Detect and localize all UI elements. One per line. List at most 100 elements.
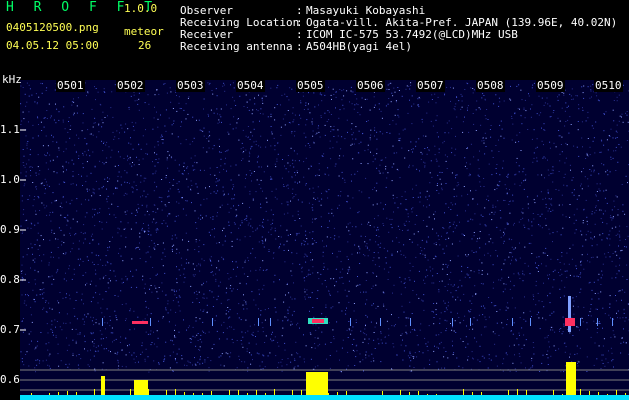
noise-dot bbox=[108, 287, 110, 289]
noise-dot bbox=[314, 366, 316, 368]
noise-dot bbox=[236, 367, 238, 369]
noise-dot bbox=[76, 112, 78, 114]
noise-dot bbox=[428, 205, 430, 206]
noise-dot bbox=[233, 328, 235, 330]
noise-dot bbox=[519, 132, 521, 134]
noise-dot bbox=[195, 320, 197, 322]
noise-dot bbox=[202, 310, 204, 312]
noise-dot bbox=[192, 326, 194, 328]
noise-dot bbox=[106, 308, 108, 310]
noise-dot bbox=[498, 279, 500, 281]
noise-dot bbox=[51, 229, 53, 231]
noise-dot bbox=[394, 91, 396, 93]
noise-dot bbox=[524, 117, 526, 119]
noise-dot bbox=[21, 276, 23, 278]
noise-dot bbox=[156, 231, 157, 233]
noise-dot bbox=[271, 178, 273, 180]
noise-dot bbox=[589, 97, 591, 99]
noise-dot bbox=[101, 140, 102, 142]
noise-dot bbox=[455, 148, 457, 150]
noise-dot bbox=[519, 317, 521, 319]
noise-dot bbox=[621, 113, 623, 115]
noise-dot bbox=[160, 136, 162, 138]
noise-dot bbox=[468, 131, 470, 133]
noise-dot bbox=[373, 360, 375, 362]
noise-dot bbox=[314, 106, 316, 108]
noise-dot bbox=[170, 339, 172, 341]
noise-dot bbox=[256, 161, 258, 163]
noise-dot bbox=[53, 119, 55, 121]
noise-dot bbox=[382, 223, 384, 225]
noise-dot bbox=[617, 214, 619, 216]
noise-dot bbox=[294, 181, 296, 183]
noise-dot bbox=[171, 340, 173, 342]
noise-dot bbox=[181, 355, 183, 357]
noise-dot bbox=[199, 129, 201, 131]
noise-dot bbox=[144, 102, 146, 104]
noise-dot bbox=[495, 145, 497, 146]
noise-dot bbox=[540, 112, 542, 114]
noise-dot bbox=[547, 364, 549, 365]
noise-dot bbox=[135, 122, 137, 124]
noise-dot bbox=[601, 270, 603, 272]
noise-dot bbox=[397, 87, 399, 88]
noise-dot bbox=[365, 236, 366, 237]
noise-dot bbox=[174, 358, 176, 360]
noise-dot bbox=[593, 364, 595, 366]
noise-dot bbox=[184, 364, 185, 366]
noise-dot bbox=[71, 101, 73, 103]
noise-dot bbox=[611, 227, 613, 229]
noise-dot bbox=[351, 180, 352, 182]
noise-dot bbox=[202, 130, 204, 132]
noise-dot bbox=[174, 159, 176, 161]
noise-dot bbox=[483, 357, 485, 359]
noise-dot bbox=[483, 305, 484, 307]
noise-dot bbox=[617, 209, 619, 210]
noise-dot bbox=[507, 307, 509, 309]
noise-dot bbox=[620, 342, 622, 344]
noise-dot bbox=[143, 177, 145, 179]
noise-dot bbox=[332, 147, 334, 149]
noise-dot bbox=[596, 191, 598, 192]
noise-dot bbox=[179, 274, 181, 276]
noise-dot bbox=[484, 326, 485, 328]
noise-dot bbox=[518, 141, 520, 143]
noise-dot bbox=[444, 212, 445, 214]
noise-dot bbox=[333, 129, 335, 131]
noise-dot bbox=[183, 166, 185, 168]
noise-dot bbox=[86, 95, 87, 97]
noise-dot bbox=[616, 100, 618, 102]
echo-streak bbox=[212, 318, 213, 326]
noise-dot bbox=[248, 222, 250, 224]
noise-dot bbox=[127, 159, 128, 161]
noise-dot bbox=[527, 265, 529, 267]
noise-dot bbox=[77, 364, 79, 366]
noise-dot bbox=[339, 359, 340, 361]
noise-dot bbox=[303, 176, 305, 178]
noise-dot bbox=[141, 204, 143, 206]
noise-dot bbox=[163, 83, 165, 85]
noise-dot bbox=[155, 211, 157, 213]
noise-dot bbox=[330, 94, 332, 96]
noise-dot bbox=[516, 85, 518, 87]
noise-dot bbox=[544, 337, 546, 339]
noise-dot bbox=[368, 197, 370, 199]
noise-dot bbox=[485, 118, 487, 120]
noise-dot bbox=[242, 158, 244, 160]
noise-dot bbox=[294, 358, 296, 360]
noise-dot bbox=[391, 314, 392, 316]
noise-dot bbox=[51, 202, 53, 204]
noise-dot bbox=[565, 270, 566, 272]
noise-dot bbox=[101, 228, 103, 230]
noise-dot bbox=[72, 183, 74, 185]
noise-dot bbox=[506, 223, 508, 225]
noise-dot bbox=[162, 252, 164, 254]
noise-dot bbox=[216, 185, 218, 187]
noise-dot bbox=[465, 336, 467, 338]
noise-dot bbox=[141, 345, 143, 347]
noise-dot bbox=[514, 368, 516, 370]
noise-dot bbox=[370, 134, 372, 136]
spectrogram-background bbox=[20, 80, 629, 400]
noise-dot bbox=[405, 199, 407, 200]
noise-dot bbox=[203, 293, 205, 295]
